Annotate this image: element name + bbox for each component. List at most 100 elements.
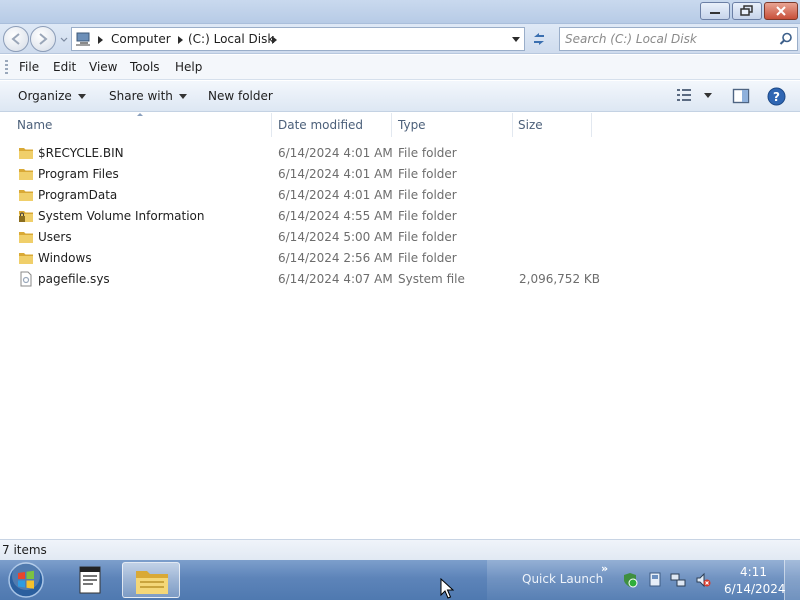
search-input[interactable] [565,31,770,47]
restore-button[interactable] [732,2,762,20]
forward-button[interactable] [30,26,56,52]
chevron-down-icon [77,93,86,99]
breadcrumb-local-disk[interactable]: (C:) Local Disk [188,32,274,46]
file-type: File folder [398,230,457,244]
file-row[interactable]: Program Files 6/14/2024 4:01 AM File fol… [0,164,800,185]
clock-date[interactable]: 6/14/2024 [724,582,786,596]
column-date-modified[interactable]: Date modified [278,118,363,132]
device-icon[interactable] [647,572,663,588]
column-name[interactable]: Name [17,118,52,132]
menu-file[interactable]: File [19,60,39,74]
back-arrow-icon [11,33,20,45]
file-date: 6/14/2024 4:01 AM [278,188,393,202]
menu-view[interactable]: View [89,60,117,74]
column-divider[interactable] [391,113,392,137]
menu-help[interactable]: Help [175,60,202,74]
change-view-button[interactable] [676,88,712,102]
file-row[interactable]: Windows 6/14/2024 2:56 AM File folder [0,248,800,269]
folder-icon [136,571,168,594]
file-row[interactable]: pagefile.sys 6/14/2024 4:07 AM System fi… [0,269,800,290]
windows-logo-icon [8,562,44,598]
folder-icon [19,253,33,264]
file-row[interactable]: ProgramData 6/14/2024 4:01 AM File folde… [0,185,800,206]
menu-grip [5,60,8,75]
file-type: System file [398,272,465,286]
preview-pane-button[interactable] [732,88,750,107]
address-bar[interactable]: Computer (C:) Local Disk [71,27,525,51]
breadcrumb-arrow-icon[interactable] [272,36,277,44]
breadcrumb-arrow-icon[interactable] [98,36,103,44]
file-name: Users [38,230,72,244]
column-divider[interactable] [271,113,272,137]
column-divider[interactable] [591,113,592,137]
preview-pane-icon [732,88,750,104]
new-folder-button[interactable]: New folder [208,89,273,103]
close-button[interactable] [764,2,798,20]
menu-edit[interactable]: Edit [53,60,76,74]
back-button[interactable] [3,26,29,52]
quick-launch-chevron[interactable]: » [601,562,608,575]
start-button[interactable] [6,561,46,599]
file-name: System Volume Information [38,209,205,223]
file-row[interactable]: System Volume Information 6/14/2024 4:55… [0,206,800,227]
document-app-icon [79,566,101,594]
file-type: File folder [398,188,457,202]
address-dropdown-icon[interactable] [512,37,520,42]
command-bar: Organize Share with New folder ? [0,81,800,112]
folder-icon [19,232,33,243]
search-icon[interactable] [779,32,793,46]
file-name: $RECYCLE.BIN [38,146,124,160]
search-box[interactable] [559,27,798,51]
chevron-down-icon [60,37,68,42]
window-titlebar[interactable] [0,0,800,24]
recent-pages-button[interactable] [59,32,69,46]
help-button[interactable]: ? [767,87,786,109]
computer-icon [76,32,90,46]
column-type[interactable]: Type [398,118,426,132]
folder-icon [19,169,33,180]
file-size: 2,096,752 KB [519,272,600,286]
file-name: pagefile.sys [38,272,110,286]
new-folder-label: New folder [208,89,273,103]
mouse-pointer-icon [440,578,454,599]
minimize-icon [710,12,720,14]
file-row[interactable]: $RECYCLE.BIN 6/14/2024 4:01 AM File fold… [0,143,800,164]
minimize-button[interactable] [700,2,730,20]
file-date: 6/14/2024 4:01 AM [278,146,393,160]
locked-folder-icon [19,211,33,222]
taskbar: Quick Launch » 4:11 6/14/2024 [0,560,800,600]
security-shield-icon[interactable] [622,572,638,588]
file-name: ProgramData [38,188,118,202]
close-icon [776,6,786,16]
column-divider[interactable] [512,113,513,137]
file-type: File folder [398,146,457,160]
column-header-row: Name Date modified Type Size [0,113,800,137]
taskbar-app-explorer[interactable] [122,562,180,598]
folder-icon [19,148,33,159]
restore-icon [740,5,753,16]
status-bar: 7 items [0,539,800,560]
breadcrumb-computer[interactable]: Computer [111,32,171,46]
refresh-button[interactable] [527,27,551,51]
folder-icon [19,190,33,201]
address-row: Computer (C:) Local Disk [0,24,800,54]
quick-launch-label[interactable]: Quick Launch [522,572,603,586]
column-size[interactable]: Size [518,118,543,132]
file-date: 6/14/2024 4:01 AM [278,167,393,181]
show-desktop-button[interactable] [784,560,800,600]
item-count: 7 items [2,543,47,557]
clock-time[interactable]: 4:11 [740,565,767,579]
share-with-button[interactable]: Share with [109,89,187,103]
file-date: 6/14/2024 5:00 AM [278,230,393,244]
network-icon[interactable] [670,572,686,588]
organize-button[interactable]: Organize [18,89,86,103]
system-file-icon [20,271,32,287]
file-row[interactable]: Users 6/14/2024 5:00 AM File folder [0,227,800,248]
taskbar-app-notepad[interactable] [64,562,116,598]
chevron-down-icon [178,93,187,99]
volume-muted-icon[interactable] [695,572,711,588]
file-name: Windows [38,251,92,265]
breadcrumb-arrow-icon[interactable] [178,36,183,44]
menu-tools[interactable]: Tools [130,60,160,74]
forward-arrow-icon [39,33,48,45]
